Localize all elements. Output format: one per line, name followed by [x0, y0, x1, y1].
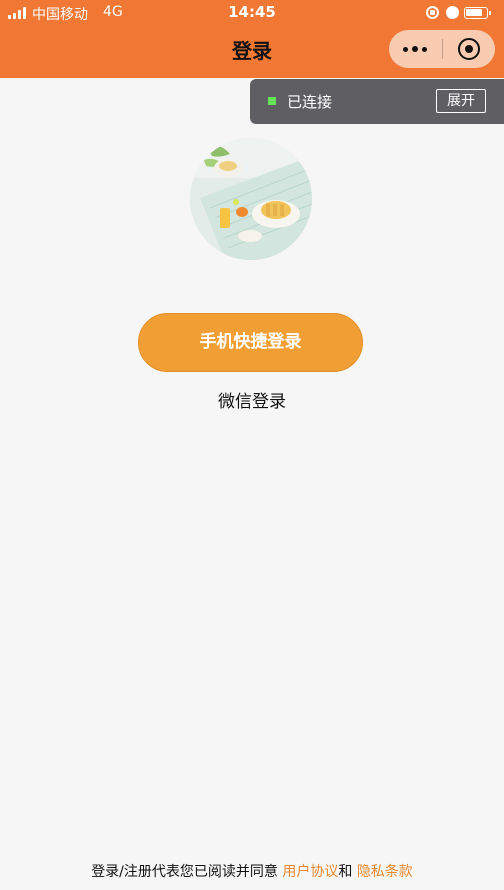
more-dot-icon: [412, 46, 418, 52]
connection-status-toast: 已连接 展开: [250, 79, 504, 124]
user-agreement-link[interactable]: 用户协议: [282, 864, 338, 880]
food-photo-image: [190, 138, 312, 260]
privacy-policy-link[interactable]: 隐私条款: [357, 864, 413, 880]
expand-button[interactable]: 展开: [436, 89, 486, 113]
wechat-login-button[interactable]: 微信登录: [0, 387, 504, 412]
avatar: [190, 138, 312, 260]
agreement-prefix: 登录/注册代表您已阅读并同意: [91, 864, 283, 880]
connected-indicator-icon: [268, 97, 276, 105]
status-bar: 中国移动 4G 14:45: [0, 0, 504, 26]
phone-quick-login-button[interactable]: 手机快捷登录: [138, 313, 363, 372]
more-dot-icon: [422, 47, 427, 52]
alarm-icon: [446, 6, 459, 19]
rotation-lock-icon: [426, 6, 439, 19]
more-button[interactable]: [389, 30, 442, 68]
agreement-notice: 登录/注册代表您已阅读并同意 用户协议和 隐私条款: [0, 861, 504, 881]
navigation-bar: 中国移动 4G 14:45 登录: [0, 0, 504, 78]
more-dot-icon: [403, 47, 408, 52]
close-miniprogram-button[interactable]: [443, 30, 495, 68]
miniprogram-capsule: [389, 30, 495, 68]
agreement-conjunction: 和: [338, 864, 357, 880]
status-icons: [426, 5, 496, 21]
battery-icon: [464, 7, 491, 19]
connection-status-text: 已连接: [287, 93, 333, 111]
